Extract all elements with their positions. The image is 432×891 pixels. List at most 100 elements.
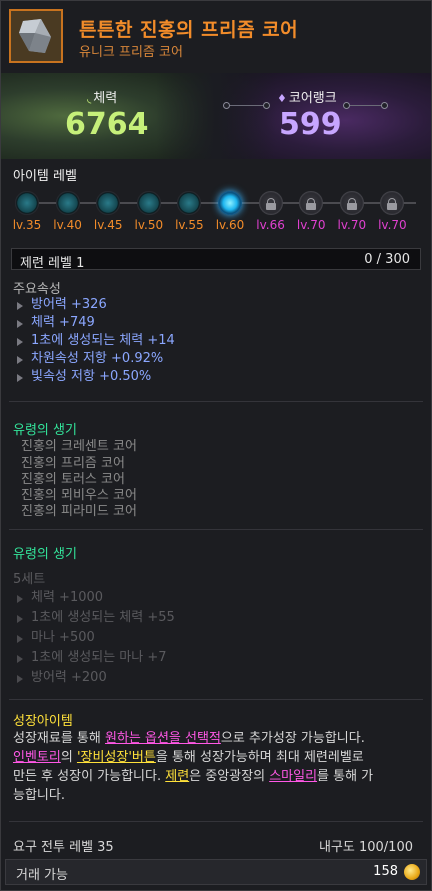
level-node: lv.70 xyxy=(291,189,331,233)
level-node: lv.45 xyxy=(88,189,128,233)
required-level: 요구 전투 레벨 35 xyxy=(13,840,114,855)
item-tooltip: 튼튼한 진홍의 프리즘 코어 유니크 프리즘 코어 ◟ 체력 6764 ♦ 코어랭크… xyxy=(0,0,432,891)
level-node: lv.70 xyxy=(372,189,412,233)
decor-line xyxy=(227,105,267,106)
level-label: lv.60 xyxy=(215,218,245,232)
locked-level-orb xyxy=(339,191,364,215)
bullet-icon xyxy=(17,374,23,382)
set-piece: 진홍의 뫼비우스 코어 xyxy=(21,488,137,503)
divider xyxy=(9,401,423,402)
set-bonus-item: 1초에 생성되는 체력 +55 xyxy=(13,609,175,627)
ghost-set-pieces: 진홍의 크레센트 코어 진홍의 프리즘 코어 진홍의 토러스 코어 진홍의 뫼비… xyxy=(21,438,137,520)
growth-title: 성장아이템 xyxy=(13,714,73,729)
locked-level-orb xyxy=(258,191,283,215)
set-bonus-item: 체력 +1000 xyxy=(13,589,175,607)
bullet-icon xyxy=(17,320,23,328)
attr-item: 빛속성 저항 +0.50% xyxy=(13,368,175,386)
main-attrs-title: 주요속성 xyxy=(13,282,61,297)
level-label: lv.66 xyxy=(256,218,285,232)
level-orb xyxy=(136,191,161,215)
set-piece: 진홍의 프리즘 코어 xyxy=(21,456,125,471)
bullet-icon xyxy=(17,675,23,683)
bullet-icon xyxy=(17,338,23,346)
level-node: lv.55 xyxy=(169,189,209,233)
set-count-label: 5세트 xyxy=(13,572,46,587)
lock-icon xyxy=(387,203,398,210)
refine-level-bar: 제련 레벨 1 0 / 300 xyxy=(11,248,421,271)
level-node: lv.60 xyxy=(210,189,250,233)
decor-dot xyxy=(343,102,350,109)
level-node: lv.70 xyxy=(332,189,372,233)
level-label: lv.50 xyxy=(134,218,164,232)
bullet-icon xyxy=(17,655,23,663)
gold-coin-icon xyxy=(404,864,420,880)
item-grade: 유니크 프리즘 코어 xyxy=(79,45,183,60)
bullet-icon xyxy=(17,302,23,310)
level-node: lv.35 xyxy=(7,189,47,233)
level-orb xyxy=(218,191,242,215)
level-orb xyxy=(15,191,39,215)
attr-item: 체력 +749 xyxy=(13,314,175,332)
lock-icon xyxy=(265,203,276,210)
set-bonus-item: 마나 +500 xyxy=(13,629,175,647)
level-label: lv.70 xyxy=(378,218,407,232)
set-piece: 진홍의 피라미드 코어 xyxy=(21,504,137,519)
level-label: lv.70 xyxy=(337,218,367,232)
decor-dot xyxy=(263,102,270,109)
decor-dot xyxy=(223,102,230,109)
level-label: lv.35 xyxy=(12,218,42,232)
level-orb xyxy=(96,191,121,215)
set-bonus-list: 체력 +1000 1초에 생성되는 체력 +55 마나 +500 1초에 생성되… xyxy=(13,589,175,687)
bullet-icon xyxy=(17,615,23,623)
level-node: lv.40 xyxy=(48,189,88,233)
level-label: lv.40 xyxy=(53,218,82,232)
stats-banner: ◟ 체력 6764 ♦ 코어랭크 599 xyxy=(1,73,431,159)
set-piece: 진홍의 크레센트 코어 xyxy=(21,439,137,454)
item-level-track: lv.35 lv.40 lv.45 lv.50 lv.55 lv.60 lv.66 lv.70… xyxy=(11,189,423,232)
refine-level-label: 제련 레벨 1 xyxy=(20,256,85,271)
growth-description: 성장재료를 통해 원하는 옵션을 선택적으로 추가성장 가능합니다. 인벤토리의… xyxy=(13,731,374,803)
hp-label: 체력 xyxy=(93,91,118,106)
bullet-icon xyxy=(17,635,23,643)
lock-icon xyxy=(346,203,357,210)
diamond-icon: ♦ xyxy=(277,92,287,105)
attr-item: 차원속성 저항 +0.92% xyxy=(13,350,175,368)
divider xyxy=(9,699,423,700)
item-level-title: 아이템 레벨 xyxy=(13,169,77,184)
level-node: lv.50 xyxy=(129,189,169,233)
attr-item: 방어력 +326 xyxy=(13,296,175,314)
divider xyxy=(9,529,423,530)
set-bonus-item: 방어력 +200 xyxy=(13,669,175,687)
ghost-set-title: 유령의 생기 xyxy=(13,423,77,438)
level-label: lv.70 xyxy=(296,218,326,232)
divider xyxy=(9,821,423,822)
level-label: lv.45 xyxy=(93,218,123,232)
set-piece: 진홍의 토러스 코어 xyxy=(21,472,125,487)
tooltip-header: 튼튼한 진홍의 프리즘 코어 유니크 프리즘 코어 xyxy=(1,1,431,73)
level-orb xyxy=(55,191,80,215)
bullet-icon xyxy=(17,595,23,603)
lock-icon xyxy=(306,203,317,210)
set-bonus-item: 1초에 생성되는 마나 +7 xyxy=(13,649,175,667)
level-orb xyxy=(177,191,202,215)
main-attrs-list: 방어력 +326 체력 +749 1초에 생성되는 체력 +14 차원속성 저항… xyxy=(13,296,175,386)
core-value: 599 xyxy=(279,107,342,142)
item-name: 튼튼한 진홍의 프리즘 코어 xyxy=(79,19,299,41)
trade-status: 거래 가능 xyxy=(16,868,68,883)
item-icon xyxy=(9,9,63,63)
hp-value: 6764 xyxy=(65,107,149,142)
refine-level-value: 0 / 300 xyxy=(364,252,410,267)
durability: 내구도 100/100 xyxy=(318,840,413,855)
level-node: lv.66 xyxy=(251,189,291,233)
core-label: 코어랭크 xyxy=(288,91,337,106)
locked-level-orb xyxy=(299,191,324,215)
trade-bar: 거래 가능 158 xyxy=(5,859,427,885)
ghost-set-bonus-title: 유령의 생기 xyxy=(13,547,77,562)
price-value: 158 xyxy=(373,864,398,879)
bullet-icon xyxy=(17,356,23,364)
locked-level-orb xyxy=(380,191,405,215)
decor-dot xyxy=(381,102,388,109)
attr-item: 1초에 생성되는 체력 +14 xyxy=(13,332,175,350)
level-label: lv.55 xyxy=(175,218,204,232)
hp-icon: ◟ xyxy=(87,92,92,105)
